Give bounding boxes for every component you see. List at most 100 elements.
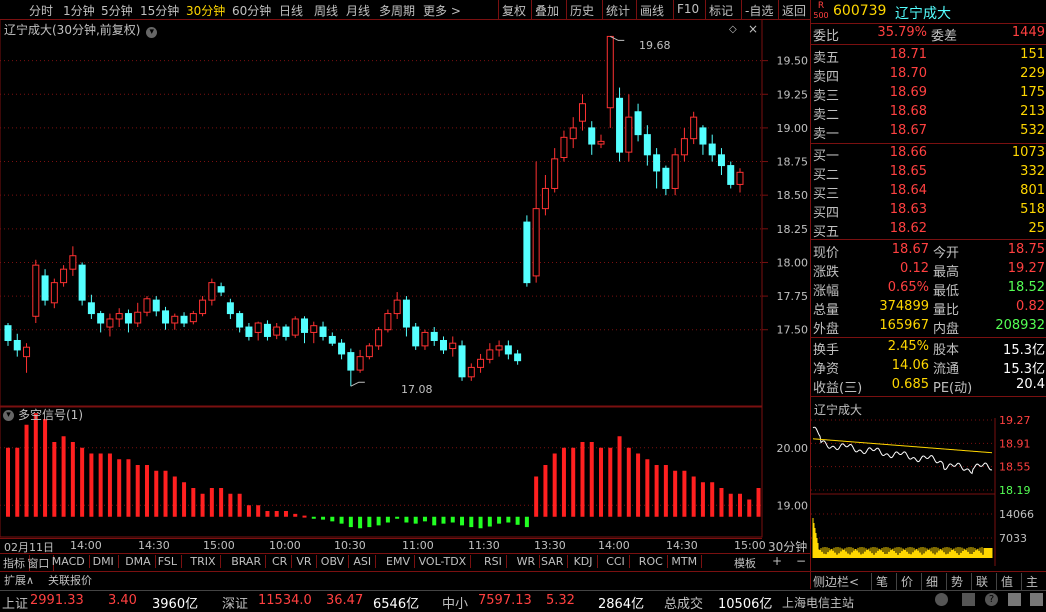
side-tab-3[interactable]: 细 <box>921 573 938 590</box>
side-tab-bar: 侧边栏<笔价细势联值主筹 <box>811 571 1046 590</box>
side-tab-4[interactable]: 势 <box>946 573 963 590</box>
candle <box>551 158 559 189</box>
signal-bar <box>172 476 177 517</box>
indicator-tab-16[interactable]: SAR <box>541 555 569 568</box>
indicator-tab-8[interactable]: CR <box>272 555 293 568</box>
candle <box>32 264 40 317</box>
toolbar-action-3[interactable]: 统计 <box>606 2 630 19</box>
signal-bar <box>24 424 29 517</box>
expand-button[interactable]: 扩展∧ <box>4 572 34 588</box>
notification-icon[interactable] <box>1030 593 1043 606</box>
tab-period-5[interactable]: 60分钟 <box>232 2 271 19</box>
signal-bar <box>154 470 159 517</box>
toolbar-action-2[interactable]: 历史 <box>570 2 594 19</box>
candle <box>393 299 401 315</box>
quote-row: 卖三 18.69 175 <box>811 84 1046 104</box>
indicator-tab-20[interactable]: MTM <box>671 555 703 568</box>
indicator-tab-10[interactable]: OBV <box>321 555 350 568</box>
indicator-tab-18[interactable]: CCI <box>606 555 630 568</box>
toolbar-action-0[interactable]: 复权 <box>502 2 526 19</box>
indicator-tab-9[interactable]: VR <box>296 555 317 568</box>
signal-bar <box>515 516 520 525</box>
side-tab-2[interactable]: 价 <box>896 573 913 590</box>
indicator-tab-2[interactable]: MACD <box>52 555 90 568</box>
side-tab-0[interactable]: 侧边栏< <box>813 573 859 590</box>
quote-row-label: 买五 <box>813 225 840 240</box>
candle <box>50 282 58 304</box>
side-tab-6[interactable]: 值 <box>996 573 1013 590</box>
tab-period-10[interactable]: 更多 > <box>423 2 461 19</box>
help-icon[interactable]: ? <box>985 593 998 606</box>
tab-period-7[interactable]: 周线 <box>314 2 338 19</box>
chart-high-annotation: 19.68 <box>639 39 671 52</box>
signal-bar <box>274 511 279 517</box>
candle <box>356 356 364 371</box>
related-quote-tab[interactable]: 关联报价 <box>48 572 92 588</box>
bell-icon[interactable] <box>1008 593 1021 606</box>
template-button[interactable]: 模板 <box>734 555 756 571</box>
candle <box>717 154 725 167</box>
time-axis-label: 10:00 <box>269 539 301 552</box>
indicator-tab-13[interactable]: VOL-TDX <box>419 555 472 568</box>
stat-value: 14.06 <box>891 358 929 373</box>
time-axis-label: 15:00 <box>203 539 235 552</box>
status-index-name[interactable]: 深证 <box>222 593 248 612</box>
toolbar-action-5[interactable]: F10 <box>677 2 699 16</box>
toolbar-action-7[interactable]: -自选 <box>745 2 773 19</box>
tab-period-1[interactable]: 1分钟 <box>63 2 95 19</box>
indicator-tab-3[interactable]: DMI <box>93 555 119 568</box>
quote-row-volume: 229 <box>1020 66 1045 81</box>
indicator-tab-14[interactable]: RSI <box>484 555 507 568</box>
settings-icon[interactable]: ▾ <box>3 410 14 421</box>
signal-bar <box>710 482 715 517</box>
indicator-tab-12[interactable]: EMV <box>386 555 415 568</box>
side-tab-5[interactable]: 联 <box>971 573 988 590</box>
lock-icon[interactable] <box>962 593 975 606</box>
side-tab-7[interactable]: 主 <box>1021 573 1038 590</box>
indicator-tab-0[interactable]: 指标 <box>3 555 30 571</box>
tab-period-4[interactable]: 30分钟 <box>186 2 225 19</box>
tab-period-2[interactable]: 5分钟 <box>101 2 133 19</box>
stat-label: 涨跌 <box>813 265 840 280</box>
tab-period-8[interactable]: 月线 <box>346 2 370 19</box>
candle <box>282 326 290 337</box>
side-tab-1[interactable]: 笔 <box>871 573 888 590</box>
toolbar-action-4[interactable]: 画线 <box>640 2 664 19</box>
indicator-tab-17[interactable]: KDJ <box>574 555 598 568</box>
candle <box>69 255 77 270</box>
signal-bar <box>283 511 288 517</box>
quote-row-price: 18.68 <box>889 104 927 119</box>
signal-bar <box>15 447 20 517</box>
indicator-tab-6[interactable]: TRIX <box>190 555 221 568</box>
toolbar-action-8[interactable]: 返回 <box>782 2 806 19</box>
status-index-name[interactable]: 中小 <box>442 593 468 612</box>
candle <box>97 313 105 324</box>
mini-price-label: 18.91 <box>999 437 1031 450</box>
candle <box>23 346 31 358</box>
tab-period-6[interactable]: 日线 <box>279 2 303 19</box>
indicator-tab-7[interactable]: BRAR <box>231 555 267 568</box>
toolbar-action-1[interactable]: 叠加 <box>535 2 559 19</box>
signal-bar <box>747 499 752 517</box>
alarm-icon[interactable] <box>935 593 948 606</box>
order-diff-value: 1449 <box>1011 25 1045 40</box>
status-index-name[interactable]: 上证 <box>2 593 28 612</box>
indicator-tab-11[interactable]: ASI <box>353 555 377 568</box>
indicator-tab-4[interactable]: DMA <box>125 555 156 568</box>
mini-chart[interactable]: 19.27 18.91 18.55 18.19 14066 7033 <box>811 398 1046 566</box>
tab-period-9[interactable]: 多周期 <box>379 2 415 19</box>
quote-row-volume: 175 <box>1020 85 1045 100</box>
add-icon[interactable]: + <box>772 554 782 568</box>
status-index-value: 2991.33 <box>30 593 84 608</box>
indicator-tab-15[interactable]: WR <box>517 555 541 568</box>
indicator-tab-1[interactable]: 窗口 <box>27 555 55 571</box>
minus-icon[interactable]: − <box>796 554 806 568</box>
candle <box>458 345 466 378</box>
indicator-tab-19[interactable]: ROC <box>639 555 668 568</box>
indicator-tab-5[interactable]: FSL <box>158 555 183 568</box>
toolbar-action-6[interactable]: 标记 <box>709 2 733 19</box>
mini-price-label: 18.19 <box>999 484 1031 497</box>
main-chart[interactable]: 19.50 19.25 19.00 18.75 18.50 18.25 18.00 17.75… <box>0 19 810 539</box>
tab-period-0[interactable]: 分时 <box>29 2 53 19</box>
tab-period-3[interactable]: 15分钟 <box>140 2 179 19</box>
